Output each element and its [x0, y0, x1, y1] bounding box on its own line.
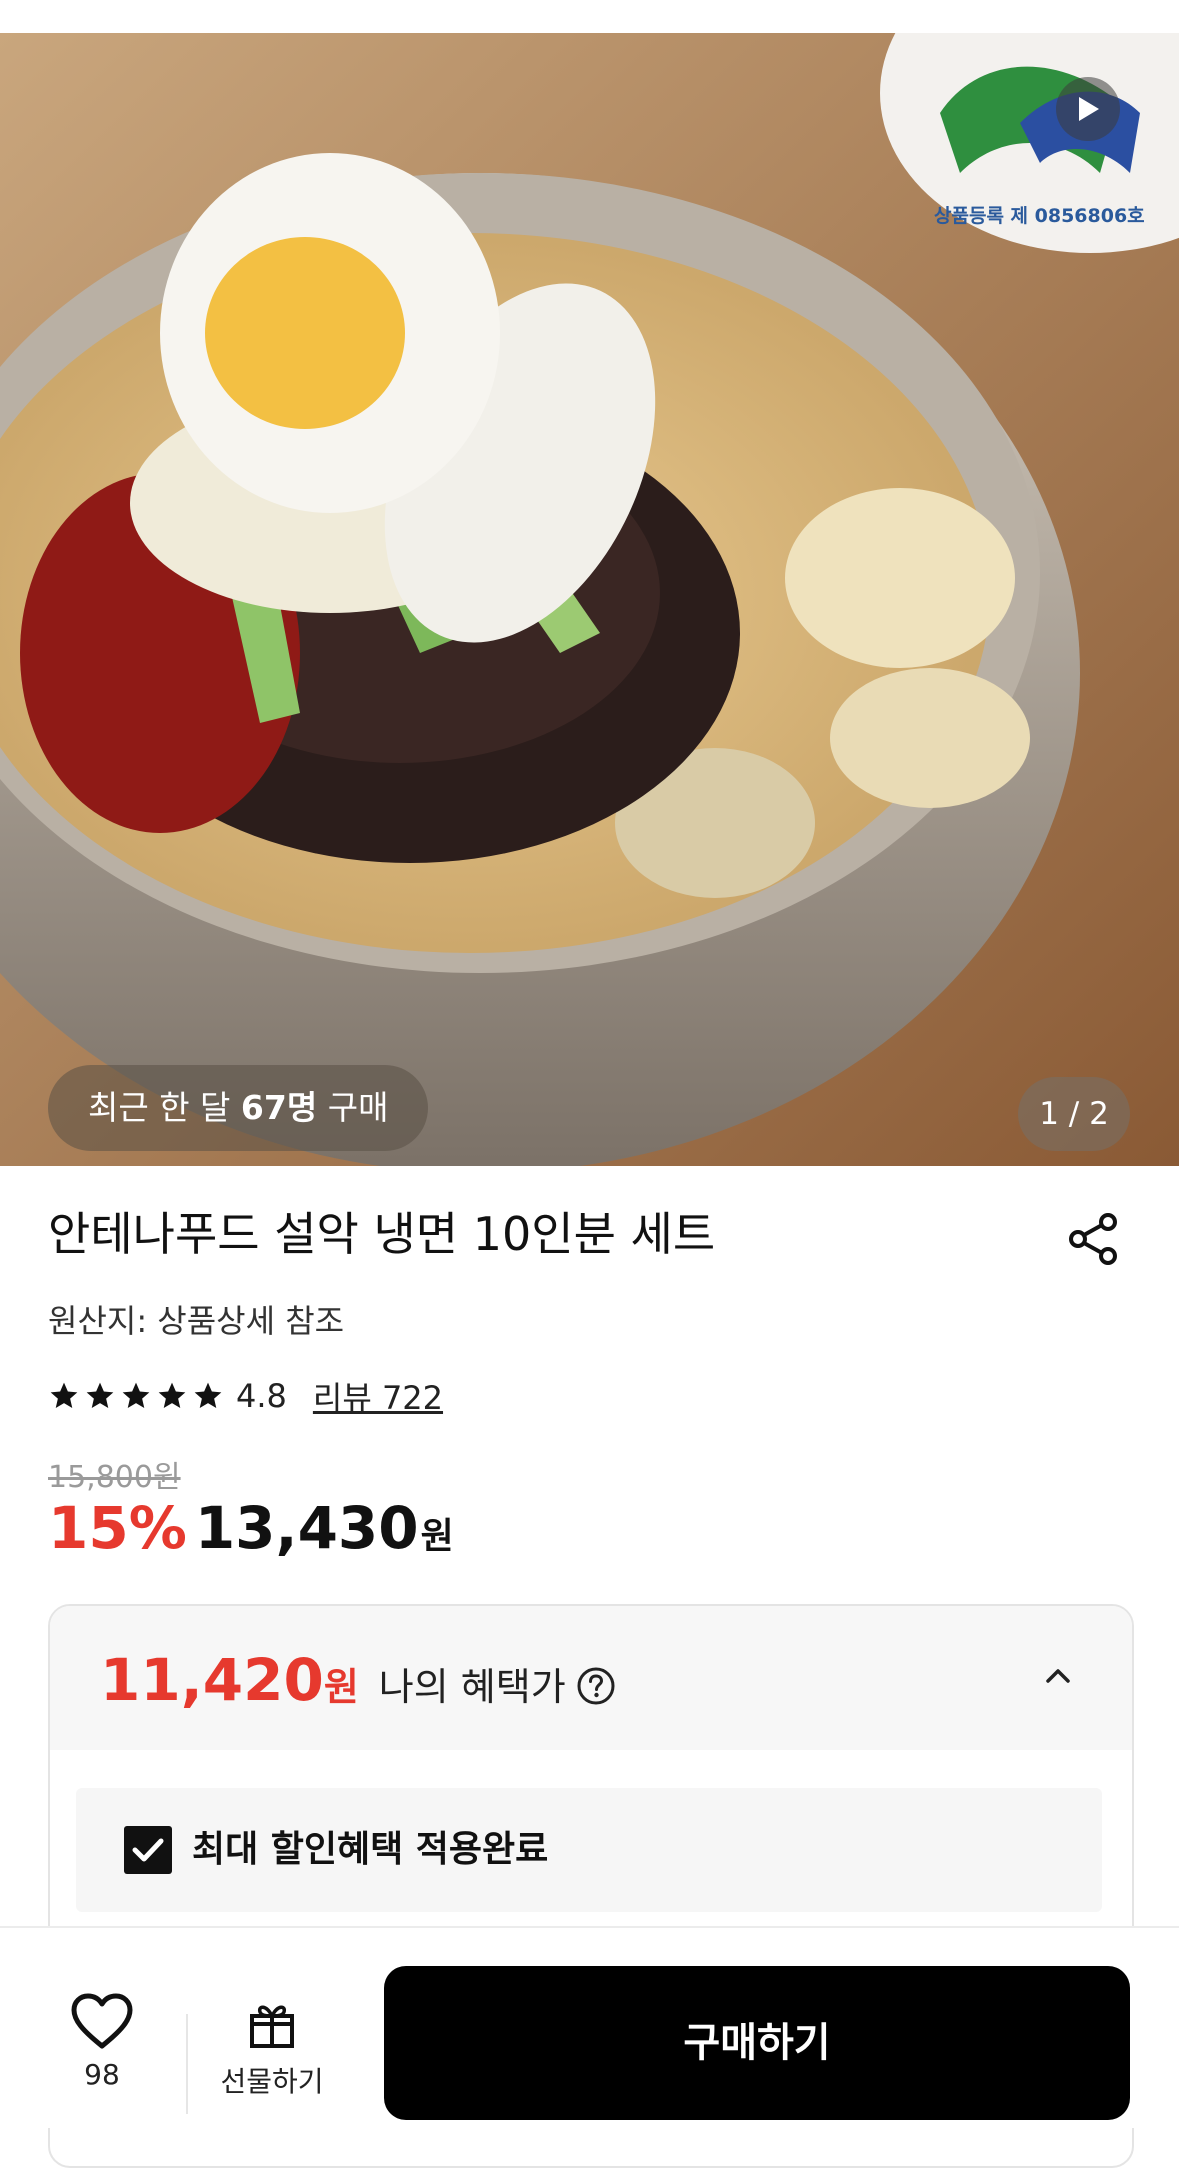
- benefit-price-row: 11,420 원 나의 혜택가: [100, 1646, 616, 1714]
- rating-value: 4.8: [236, 1377, 287, 1415]
- like-button[interactable]: 98: [66, 1992, 138, 2091]
- recent-purchase-badge: 최근 한 달 67명 구매: [48, 1065, 429, 1151]
- share-icon[interactable]: [1062, 1208, 1124, 1270]
- product-image-carousel[interactable]: 상품등록 제 0856806호 최근 한 달 67명 구매 1 / 2: [0, 33, 1179, 1166]
- max-discount-box: 최대 할인혜택 적용완료: [76, 1788, 1102, 1912]
- like-count: 98: [84, 2058, 120, 2091]
- gift-icon: [250, 2005, 294, 2048]
- image-counter: 1 / 2: [1018, 1077, 1130, 1151]
- star-icon: [194, 1382, 222, 1408]
- recent-suffix: 구매: [327, 1088, 389, 1127]
- benefit-price: 11,420: [100, 1646, 324, 1714]
- star-icon: [86, 1382, 114, 1408]
- max-discount-checkbox[interactable]: [124, 1826, 172, 1874]
- review-link[interactable]: 리뷰 722: [313, 1373, 443, 1419]
- rating-row: 4.8 리뷰 722: [48, 1372, 443, 1420]
- benefit-currency: 원: [323, 1665, 359, 1709]
- play-icon: [1079, 97, 1099, 121]
- divider: [186, 2014, 188, 2114]
- buy-button[interactable]: 구매하기: [384, 1966, 1130, 2120]
- sale-price: 13,430: [194, 1494, 419, 1562]
- currency-unit: 원: [420, 1516, 454, 1557]
- check-icon: [132, 1838, 164, 1862]
- chevron-up-icon[interactable]: [1038, 1656, 1078, 1696]
- certification-text: 상품등록 제 0856806호: [934, 205, 1145, 227]
- product-origin: 원산지: 상품상세 참조: [48, 1302, 345, 1340]
- help-icon[interactable]: [576, 1666, 616, 1706]
- product-title: 안테나푸드 설악 냉면 10인분 세트: [48, 1207, 716, 1261]
- video-play-button[interactable]: [1056, 77, 1120, 141]
- star-icon: [158, 1382, 186, 1408]
- star-icon: [122, 1382, 150, 1408]
- benefit-header[interactable]: 11,420 원 나의 혜택가: [50, 1606, 1132, 1750]
- max-discount-label: 최대 할인혜택 적용완료: [192, 1829, 549, 1870]
- recent-prefix: 최근 한 달: [88, 1088, 231, 1127]
- rating-stars: [48, 1380, 224, 1412]
- heart-icon: [71, 1993, 133, 2049]
- gift-label: 선물하기: [220, 2065, 324, 2098]
- original-price: 15,800원: [48, 1460, 181, 1495]
- star-icon: [50, 1382, 78, 1408]
- gift-button[interactable]: 선물하기: [212, 1998, 332, 2100]
- price-row: 15% 13,430 원: [48, 1494, 454, 1562]
- recent-count: 67명: [240, 1088, 318, 1127]
- bottom-action-bar: 98 선물하기 구매하기: [0, 1926, 1179, 2128]
- discount-rate: 15%: [48, 1494, 187, 1562]
- benefit-label: 나의 혜택가: [378, 1665, 566, 1709]
